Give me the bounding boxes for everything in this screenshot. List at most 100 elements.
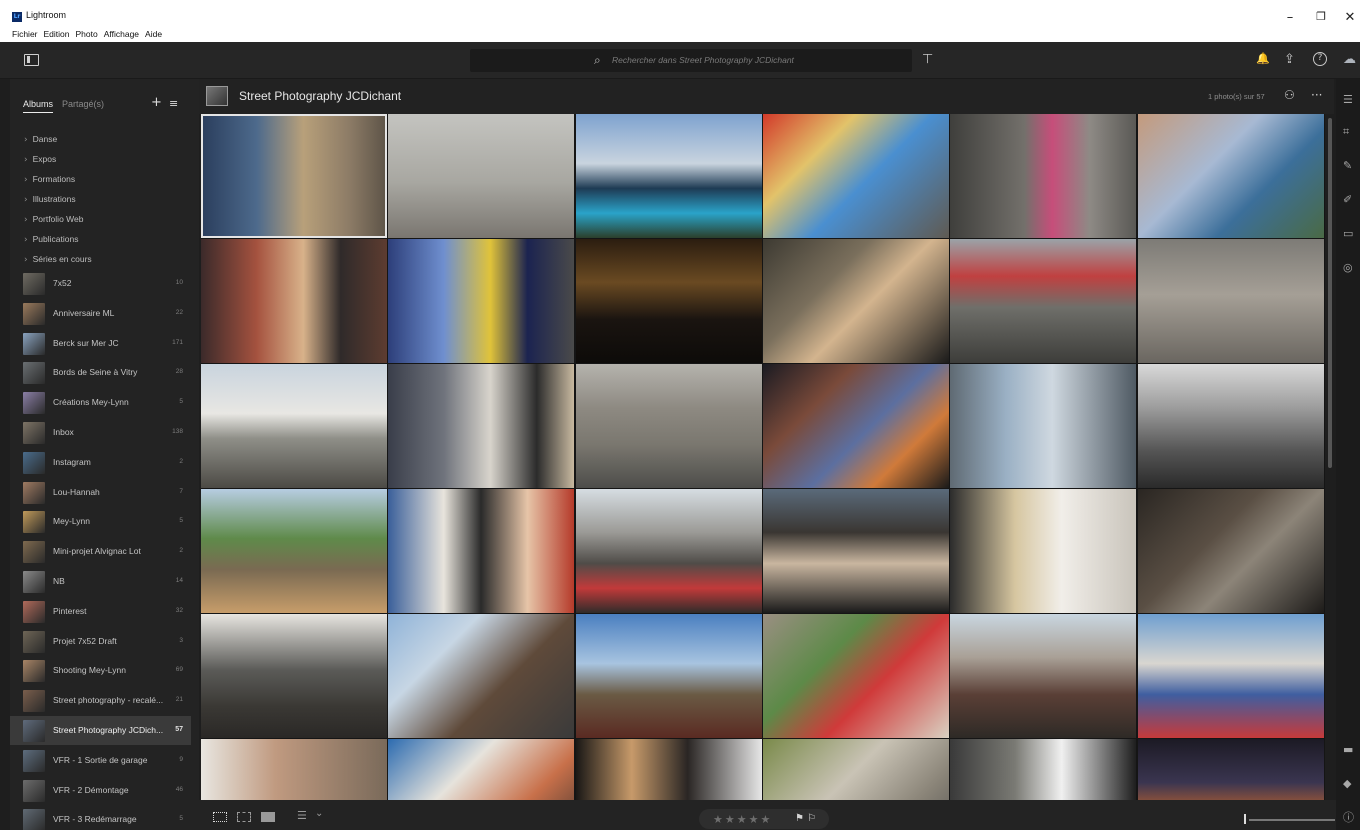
cloud-sync-icon[interactable]: ☁ (1343, 52, 1356, 67)
album-item[interactable]: Bords de Seine à Vitry 28 (10, 358, 191, 387)
photo-thumbnail[interactable] (1137, 114, 1324, 238)
album-item[interactable]: Berck sur Mer JC 171 (10, 329, 191, 358)
detail-view-icon[interactable] (261, 812, 275, 822)
share-icon[interactable]: ⇪ (1284, 52, 1295, 67)
menu-fichier[interactable]: Fichier (12, 29, 38, 39)
brush-icon[interactable]: ✐ (1343, 193, 1352, 206)
toggle-panel-icon[interactable] (24, 54, 39, 66)
photo-thumbnail[interactable] (201, 364, 387, 488)
photo-thumbnail[interactable] (201, 739, 387, 800)
album-item[interactable]: VFR - 2 Démontage 46 (10, 776, 191, 805)
photo-thumbnail[interactable] (575, 364, 762, 488)
photo-thumbnail[interactable] (388, 489, 575, 613)
photo-thumbnail[interactable] (762, 364, 949, 488)
folder-item[interactable]: › Danse (24, 129, 57, 149)
photo-thumbnail[interactable] (762, 114, 949, 238)
sort-chevron-icon[interactable]: ⌄ (315, 808, 323, 819)
album-item[interactable]: Créations Mey-Lynn 5 (10, 388, 191, 417)
photo-thumbnail[interactable] (762, 614, 949, 738)
folder-item[interactable]: › Portfolio Web (24, 209, 83, 229)
folder-item[interactable]: › Illustrations (24, 189, 76, 209)
healing-brush-icon[interactable]: ✎ (1343, 159, 1352, 172)
album-item[interactable]: NB 14 (10, 567, 191, 596)
close-button[interactable]: ✕ (1340, 10, 1360, 25)
zoom-slider[interactable] (1244, 814, 1335, 824)
album-item[interactable]: Mini-projet Alvignac Lot 2 (10, 537, 191, 566)
photo-thumbnail[interactable] (388, 614, 575, 738)
album-item[interactable]: VFR - 1 Sortie de garage 9 (10, 746, 191, 775)
photo-thumbnail[interactable] (575, 614, 762, 738)
photo-thumbnail[interactable] (201, 114, 387, 238)
flag-icons[interactable]: ⚑ ⚐ (795, 813, 816, 824)
filter-icon[interactable]: ⊤ (922, 52, 933, 67)
photo-thumbnail[interactable] (388, 239, 575, 363)
photo-thumbnail[interactable] (575, 114, 762, 238)
album-item[interactable]: Instagram 2 (10, 448, 191, 477)
photo-thumbnail[interactable] (1137, 614, 1324, 738)
crop-icon[interactable]: ⌗ (1343, 125, 1349, 139)
grid-scrollbar[interactable] (1328, 118, 1332, 468)
gradient-icon[interactable]: ▭ (1343, 227, 1353, 240)
photo-thumbnail[interactable] (575, 739, 762, 800)
photo-thumbnail[interactable] (950, 239, 1137, 363)
photo-thumbnail[interactable] (762, 739, 949, 800)
photo-thumbnail[interactable] (575, 239, 762, 363)
info-icon[interactable]: ⓘ (1343, 809, 1354, 825)
sort-albums-icon[interactable]: ≡ (169, 97, 178, 110)
tag-icon[interactable]: ◆ (1343, 777, 1351, 790)
photo-thumbnail[interactable] (762, 489, 949, 613)
folder-item[interactable]: › Séries en cours (24, 249, 92, 269)
photo-grid-view-icon[interactable] (237, 812, 251, 822)
album-item[interactable]: Street Photography JCDich... 57 (10, 716, 191, 745)
radial-filter-icon[interactable]: ◎ (1343, 261, 1353, 274)
album-item[interactable]: VFR - 3 Redémarrage 5 (10, 805, 191, 830)
tab-shared[interactable]: Partagé(s) (62, 99, 104, 109)
minimize-button[interactable]: – (1280, 10, 1300, 25)
sort-icon[interactable]: ☰ (297, 809, 307, 822)
photo-thumbnail[interactable] (575, 489, 762, 613)
menu-edition[interactable]: Edition (44, 29, 70, 39)
square-grid-view-icon[interactable] (213, 812, 227, 822)
help-icon[interactable]: ? (1313, 52, 1327, 66)
photo-thumbnail[interactable] (201, 489, 387, 613)
more-options-icon[interactable]: ··· (1311, 88, 1322, 102)
photo-thumbnail[interactable] (1137, 239, 1324, 363)
star-rating[interactable]: ★★★★★ (713, 813, 772, 826)
menu-photo[interactable]: Photo (76, 29, 98, 39)
album-item[interactable]: 7x52 10 (10, 269, 191, 298)
comment-icon[interactable]: ▬ (1343, 743, 1353, 756)
photo-thumbnail[interactable] (1137, 739, 1324, 800)
photo-thumbnail[interactable] (388, 114, 575, 238)
photo-thumbnail[interactable] (950, 364, 1137, 488)
edit-sliders-icon[interactable]: ☰ (1343, 93, 1353, 106)
photo-thumbnail[interactable] (1137, 489, 1324, 613)
photo-thumbnail[interactable] (950, 614, 1137, 738)
album-item[interactable]: Projet 7x52 Draft 3 (10, 627, 191, 656)
folder-item[interactable]: › Expos (24, 149, 56, 169)
menu-aide[interactable]: Aide (145, 29, 162, 39)
photo-thumbnail[interactable] (1137, 364, 1324, 488)
add-album-icon[interactable]: + (151, 95, 162, 110)
album-item[interactable]: Lou-Hannah 7 (10, 478, 191, 507)
photo-thumbnail[interactable] (388, 364, 575, 488)
album-item[interactable]: Pinterest 32 (10, 597, 191, 626)
photo-thumbnail[interactable] (388, 739, 575, 800)
photo-thumbnail[interactable] (950, 114, 1137, 238)
album-item[interactable]: Street photography - recalé... 21 (10, 686, 191, 715)
folder-item[interactable]: › Publications (24, 229, 78, 249)
tab-albums[interactable]: Albums (23, 99, 54, 113)
restore-button[interactable]: ❐ (1311, 10, 1331, 23)
photo-thumbnail[interactable] (201, 239, 387, 363)
bell-icon[interactable]: 🔔 (1256, 52, 1270, 65)
people-icon[interactable]: ⚇ (1284, 88, 1295, 102)
photo-thumbnail[interactable] (201, 614, 387, 738)
photo-thumbnail[interactable] (950, 739, 1137, 800)
search-input[interactable]: ⌕ Rechercher dans Street Photography JCD… (470, 49, 912, 72)
photo-thumbnail[interactable] (950, 489, 1137, 613)
menu-affichage[interactable]: Affichage (104, 29, 139, 39)
album-item[interactable]: Inbox 138 (10, 418, 191, 447)
folder-item[interactable]: › Formations (24, 169, 75, 189)
album-item[interactable]: Shooting Mey-Lynn 69 (10, 656, 191, 685)
album-item[interactable]: Anniversaire ML 22 (10, 299, 191, 328)
album-item[interactable]: Mey-Lynn 5 (10, 507, 191, 536)
